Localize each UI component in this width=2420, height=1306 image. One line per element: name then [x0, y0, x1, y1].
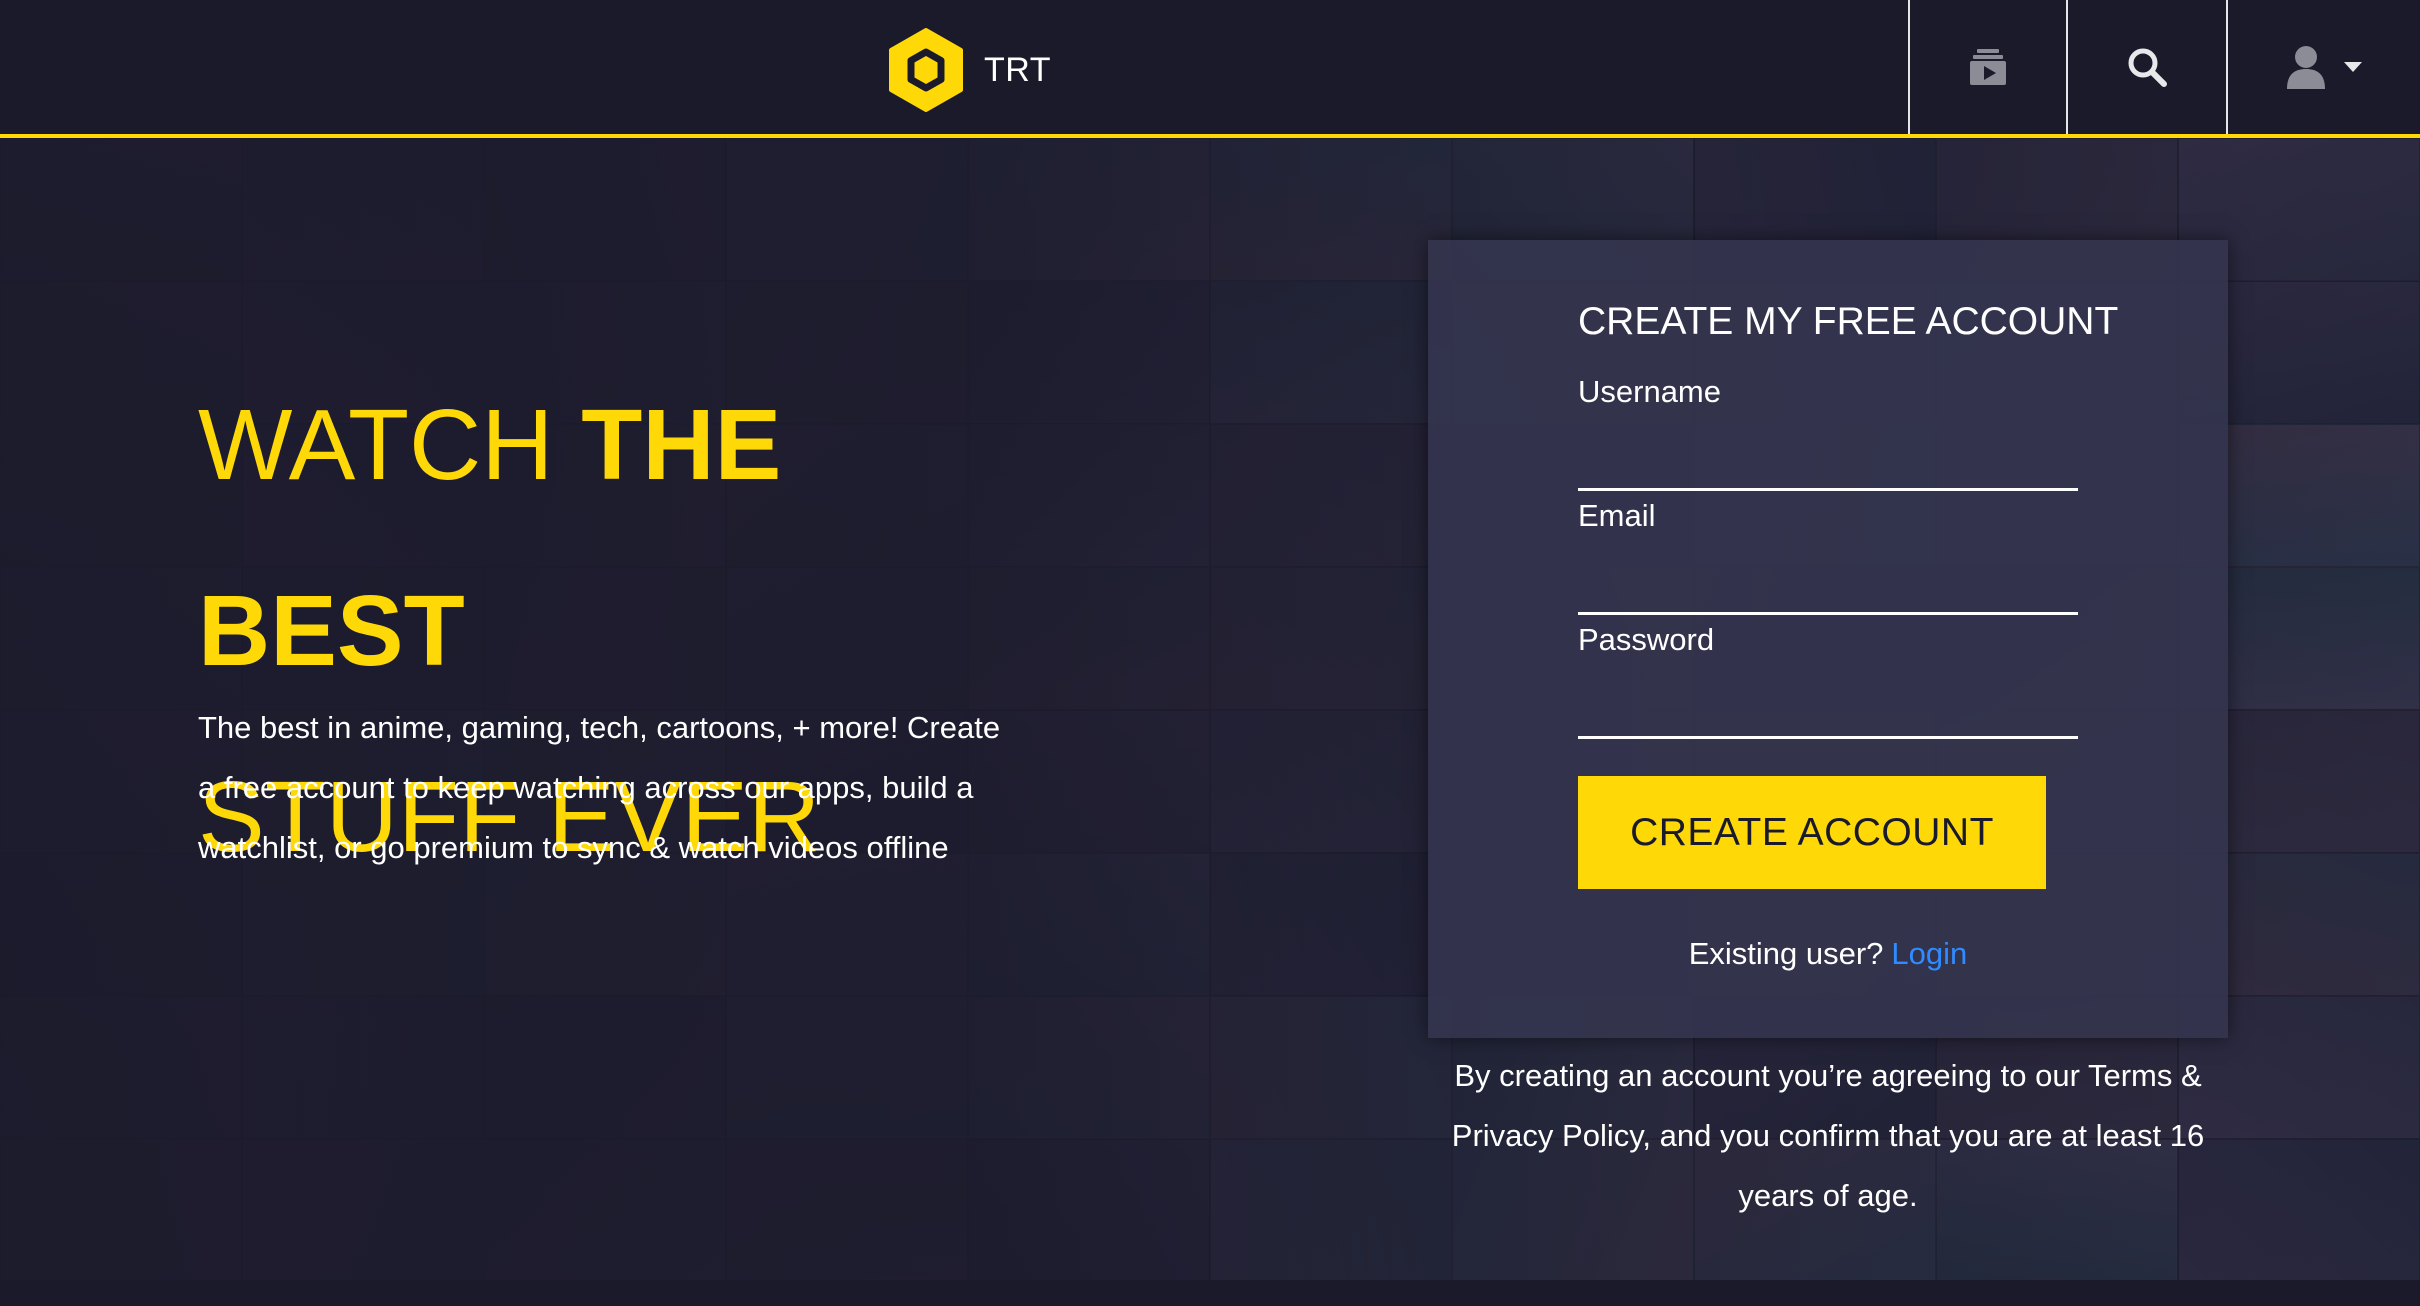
queue-button[interactable] — [1908, 0, 2066, 134]
legal-notice: By creating an account you’re agreeing t… — [1451, 1058, 2205, 1213]
hexagon-logo-icon — [889, 28, 963, 112]
chevron-down-icon — [2344, 62, 2362, 72]
user-menu-button[interactable] — [2226, 0, 2420, 134]
create-account-button[interactable]: CREATE ACCOUNT — [1578, 776, 2046, 889]
signup-panel: CREATE MY FREE ACCOUNT Username Email Pa… — [1428, 240, 2228, 1038]
email-input[interactable] — [1578, 554, 2078, 615]
username-input[interactable] — [1578, 430, 2078, 491]
existing-user-row: Existing user? Login — [1428, 936, 2228, 972]
signup-title: CREATE MY FREE ACCOUNT — [1578, 300, 2119, 343]
email-label: Email — [1578, 498, 1656, 533]
search-button[interactable] — [2066, 0, 2226, 134]
hero-tagline: The best in anime, gaming, tech, cartoon… — [198, 710, 1001, 865]
existing-user-text: Existing user? — [1688, 936, 1884, 971]
user-icon — [2287, 46, 2325, 89]
brand-logo[interactable]: TRT — [888, 28, 1051, 112]
login-link[interactable]: Login — [1891, 936, 1967, 971]
brand-name: TRT — [984, 50, 1051, 89]
password-label: Password — [1578, 622, 1715, 657]
queue-icon — [1970, 49, 2006, 85]
password-input[interactable] — [1578, 678, 2078, 739]
headline-light: WATCH — [198, 389, 554, 501]
username-label: Username — [1578, 374, 1721, 409]
top-header: TRT — [0, 0, 2420, 138]
search-icon — [2128, 48, 2167, 87]
